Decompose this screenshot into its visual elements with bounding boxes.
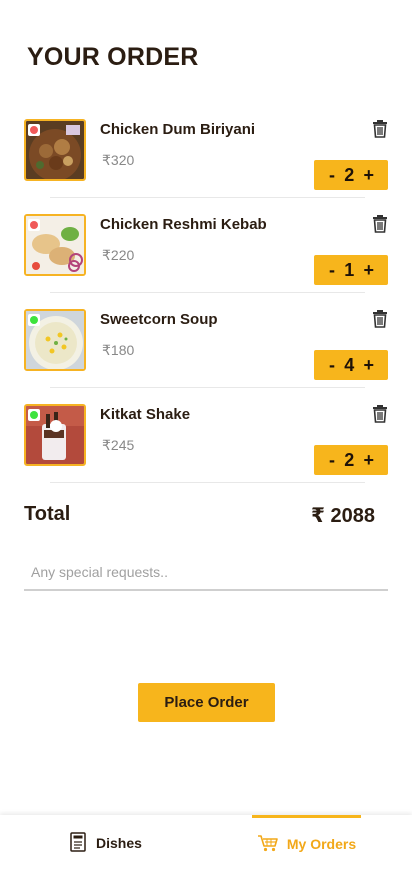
nav-dishes-tab[interactable]: Dishes <box>70 829 142 857</box>
page-title: YOUR ORDER <box>27 43 199 71</box>
dish-image <box>24 119 86 181</box>
divider <box>50 387 365 388</box>
special-requests-input[interactable] <box>24 555 388 591</box>
quantity-stepper: - 2 + <box>314 445 388 475</box>
quantity-value: 2 <box>344 449 355 470</box>
order-item: Chicken Reshmi Kebab ₹220 - 1 + <box>0 214 412 309</box>
total-value: ₹ 2088 <box>311 505 375 527</box>
divider <box>50 482 365 483</box>
divider <box>50 197 365 198</box>
increase-button[interactable]: + <box>363 450 374 471</box>
decrease-button[interactable]: - <box>329 260 335 281</box>
delete-icon[interactable] <box>371 119 389 138</box>
dish-image <box>24 404 86 466</box>
dish-price: ₹220 <box>102 247 135 263</box>
delete-icon[interactable] <box>371 214 389 233</box>
quantity-stepper: - 2 + <box>314 160 388 190</box>
dish-image <box>24 214 86 276</box>
menu-icon <box>70 831 86 855</box>
nonveg-indicator-icon <box>28 219 40 231</box>
dish-price: ₹245 <box>102 437 135 453</box>
dish-name: Sweetcorn Soup <box>100 311 218 328</box>
increase-button[interactable]: + <box>363 260 374 281</box>
total-label: Total <box>24 503 71 525</box>
quantity-value: 1 <box>344 259 355 280</box>
nav-orders-label: My Orders <box>286 836 357 852</box>
dish-name: Chicken Dum Biriyani <box>100 121 256 138</box>
quantity-stepper: - 1 + <box>314 255 388 285</box>
veg-indicator-icon <box>28 409 40 421</box>
increase-button[interactable]: + <box>363 165 374 186</box>
divider <box>50 292 365 293</box>
dish-price: ₹180 <box>102 342 135 358</box>
nav-my-orders-tab[interactable]: My Orders <box>252 815 361 870</box>
dish-name: Kitkat Shake <box>100 406 191 423</box>
order-item: Chicken Dum Biriyani ₹320 - 2 + <box>0 119 412 214</box>
bottom-nav: Dishes My Orders <box>0 815 412 870</box>
nonveg-indicator-icon <box>28 124 40 136</box>
cart-icon <box>257 834 279 855</box>
dish-price: ₹320 <box>102 152 135 168</box>
place-order-button[interactable]: Place Order <box>138 683 275 722</box>
quantity-value: 2 <box>344 164 355 185</box>
dish-image <box>24 309 86 371</box>
order-item: Kitkat Shake ₹245 - 2 + <box>0 404 412 499</box>
decrease-button[interactable]: - <box>329 165 335 186</box>
quantity-value: 4 <box>344 354 355 375</box>
increase-button[interactable]: + <box>363 355 374 376</box>
delete-icon[interactable] <box>371 404 389 423</box>
nav-dishes-label: Dishes <box>96 835 142 851</box>
quantity-stepper: - 4 + <box>314 350 388 380</box>
dish-name: Chicken Reshmi Kebab <box>100 216 267 233</box>
veg-indicator-icon <box>28 314 40 326</box>
decrease-button[interactable]: - <box>329 355 335 376</box>
decrease-button[interactable]: - <box>329 450 335 471</box>
delete-icon[interactable] <box>371 309 389 328</box>
order-item: Sweetcorn Soup ₹180 - 4 + <box>0 309 412 404</box>
